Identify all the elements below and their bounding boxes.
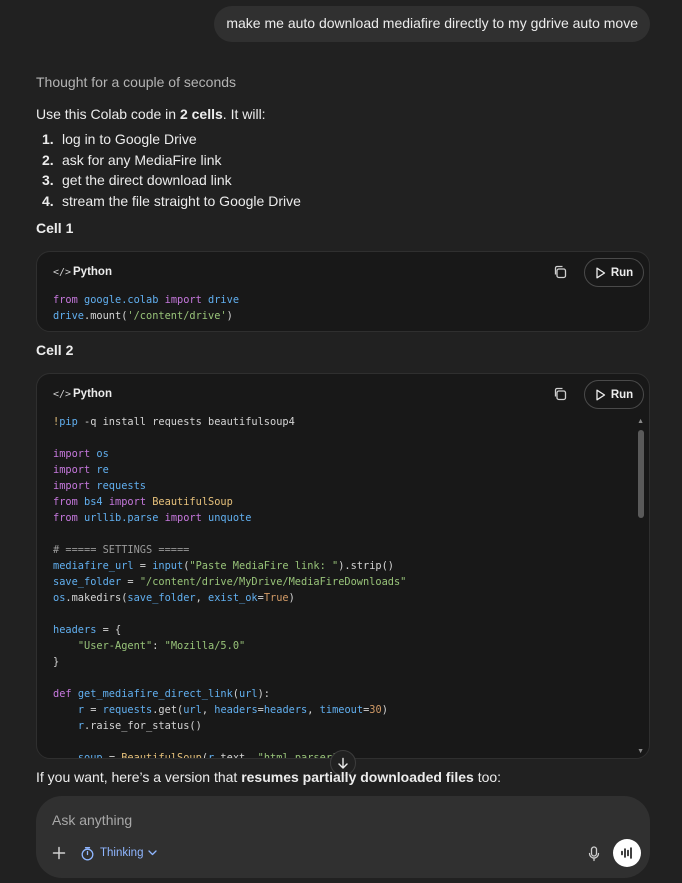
steps-list: 1. log in to Google Drive 2. ask for any M… — [36, 129, 301, 212]
run-button[interactable]: Run — [584, 380, 644, 409]
user-message-text: make me auto download mediafire directly… — [226, 15, 638, 31]
play-icon — [596, 389, 605, 400]
user-message-bubble: make me auto download mediafire directly… — [214, 6, 650, 42]
intro-text: Use this Colab code in 2 cells. It will: — [36, 106, 266, 123]
voice-mode-button[interactable] — [613, 839, 641, 867]
code-header: </> Python Run — [37, 374, 649, 414]
plus-icon — [52, 846, 66, 860]
run-label: Run — [610, 388, 634, 401]
chevron-down-icon — [148, 850, 158, 856]
run-label: Run — [610, 266, 634, 279]
run-button[interactable]: Run — [584, 258, 644, 287]
play-icon — [596, 267, 605, 278]
code-block-cell-2: </> Python Run !pip -q install requests … — [36, 373, 650, 759]
copy-button[interactable] — [549, 261, 571, 283]
code-header: </> Python Run — [37, 252, 649, 292]
list-item: 4. stream the file straight to Google Dri… — [42, 193, 301, 210]
microphone-icon — [588, 846, 600, 862]
follow-up-prefix: If you want, here’s a version that — [36, 769, 242, 785]
arrow-down-icon — [338, 757, 348, 769]
list-item: 2. ask for any MediaFire link — [42, 151, 222, 168]
add-attachment-button[interactable] — [50, 844, 68, 862]
composer: Thinking — [36, 796, 650, 878]
cell-2-label: Cell 2 — [36, 342, 74, 358]
list-item: 1. log in to Google Drive — [42, 131, 197, 147]
copy-icon — [554, 265, 567, 279]
prompt-input[interactable] — [52, 810, 552, 830]
scroll-down-arrow[interactable]: ▼ — [637, 748, 644, 755]
copy-icon — [554, 387, 567, 401]
dictate-button[interactable] — [586, 846, 602, 862]
timer-icon — [81, 846, 94, 860]
code-icon: </> — [53, 266, 72, 278]
follow-up-bold: resumes partially downloaded files — [241, 769, 474, 785]
scrollbar-thumb[interactable] — [638, 430, 644, 518]
thought-summary[interactable]: Thought for a couple of seconds — [36, 74, 236, 90]
code-content[interactable]: from google.colab import drive drive.mou… — [37, 292, 649, 324]
follow-up-suffix: too: — [473, 769, 502, 785]
thinking-mode-button[interactable]: Thinking — [80, 843, 158, 863]
language-label: Python — [73, 388, 112, 400]
code-icon: </> — [53, 388, 72, 400]
follow-up-text: If you want, here’s a version that resum… — [36, 769, 501, 786]
copy-button[interactable] — [549, 383, 571, 405]
waveform-icon — [621, 847, 632, 859]
intro-bold: 2 cells — [179, 106, 223, 122]
code-block-cell-1: </> Python Run from google.colab import … — [36, 251, 650, 332]
intro-prefix: Use this Colab code in — [36, 106, 180, 122]
cell-1-label: Cell 1 — [36, 220, 74, 236]
language-label: Python — [73, 266, 112, 278]
scroll-up-arrow[interactable]: ▲ — [637, 418, 644, 425]
intro-suffix: . It will: — [222, 106, 266, 122]
code-content[interactable]: !pip -q install requests beautifulsoup4 … — [37, 414, 649, 758]
thinking-label: Thinking — [100, 847, 144, 859]
list-item: 3. get the direct download link — [42, 172, 232, 189]
